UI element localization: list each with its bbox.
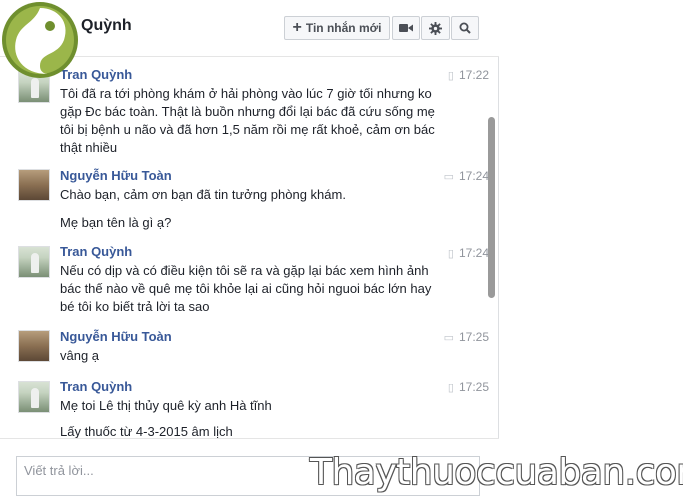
message-text: Lấy thuốc từ 4-3-2015 âm lịch (60, 424, 233, 438)
timestamp: ▯ 17:25 (447, 380, 489, 394)
mobile-phone-icon: ▯ (447, 381, 454, 394)
mobile-phone-icon: ▯ (447, 69, 454, 82)
message-list[interactable]: Tran Quỳnh ▯ 17:22 Tôi đã ra tới phòng k… (0, 57, 499, 438)
timestamp: ▭ 17:24 (443, 169, 489, 183)
message-text: Nếu có dịp và có điều kiện tôi sẽ ra và … (60, 263, 432, 314)
plus-icon: + (292, 19, 302, 36)
search-button[interactable] (451, 16, 479, 40)
timestamp: ▯ 17:22 (447, 68, 489, 82)
site-logo (2, 2, 78, 78)
sender-name[interactable]: Tran Quỳnh (60, 379, 132, 394)
timestamp: ▯ 17:24 (447, 246, 489, 260)
mobile-phone-icon: ▯ (447, 247, 454, 260)
timestamp: ▭ 17:25 (443, 330, 489, 344)
video-call-button[interactable] (392, 16, 420, 40)
chat-bubble-icon: ▭ (443, 170, 454, 183)
message-text: Mẹ bạn tên là gì ạ? (60, 215, 172, 230)
sender-name[interactable]: Tran Quỳnh (60, 244, 132, 259)
chat-bubble-icon: ▭ (443, 331, 454, 344)
search-icon (459, 22, 471, 34)
message-text: Tôi đã ra tới phòng khám ở hải phòng vào… (60, 86, 435, 155)
scrollbar-thumb[interactable] (488, 117, 495, 298)
avatar[interactable] (18, 330, 50, 362)
new-message-label: Tin nhắn mới (305, 21, 382, 35)
conversation-title: Quỳnh (81, 17, 132, 34)
new-message-button[interactable]: + Tin nhắn mới (284, 16, 390, 40)
sender-name[interactable]: Nguyễn Hữu Toàn (60, 168, 172, 183)
watermark-text: Thaythuoccuaban.com (310, 452, 683, 493)
settings-button[interactable] (421, 16, 450, 40)
avatar[interactable] (18, 246, 50, 278)
avatar[interactable] (18, 381, 50, 413)
message-text: vâng ạ (60, 348, 100, 363)
gear-icon (429, 21, 442, 35)
sender-name[interactable]: Nguyễn Hữu Toàn (60, 329, 172, 344)
video-camera-icon (399, 24, 413, 32)
message-text: Mẹ toi Lê thị thủy quê kỳ anh Hà tĩnh (60, 398, 272, 413)
message-text: Chào bạn, cảm ơn bạn đã tin tưởng phòng … (60, 187, 346, 202)
avatar[interactable] (18, 169, 50, 201)
